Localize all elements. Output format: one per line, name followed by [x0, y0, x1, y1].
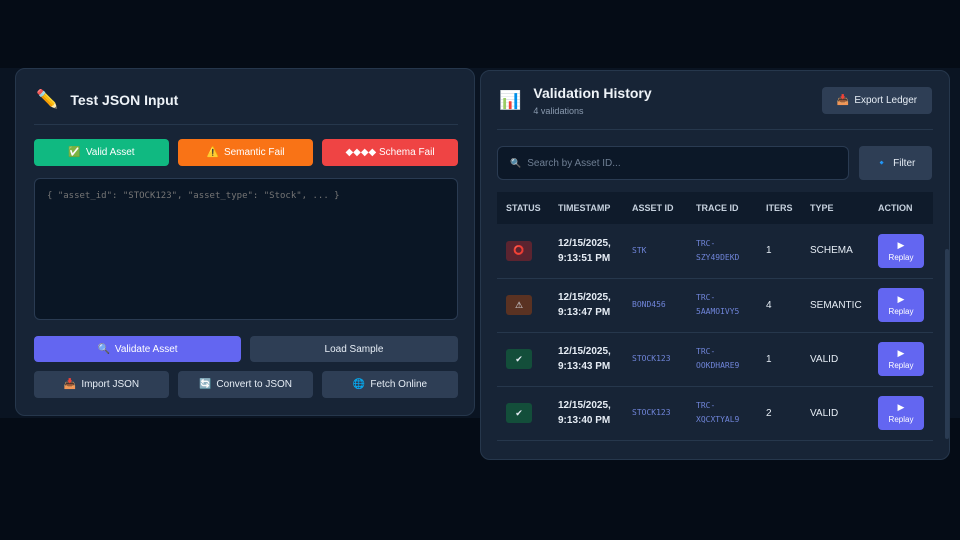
timestamp-date: 12/15/2025, — [558, 237, 611, 249]
schema-fail-preset-button[interactable]: ◆◆◆◆ Schema Fail — [322, 139, 458, 166]
status-icon: ⭕ — [513, 245, 525, 256]
input-panel-header: ✏️ Test JSON Input — [36, 89, 178, 110]
convert-icon: 🔄 — [198, 379, 212, 390]
download-icon: 📥 — [836, 95, 850, 106]
column-header-status: STATUS — [497, 192, 549, 224]
column-header-trace-id: TRACE ID — [687, 192, 757, 224]
validation-type: VALID — [810, 353, 839, 365]
column-header-timestamp: TIMESTAMP — [549, 192, 623, 224]
validation-type: VALID — [810, 407, 839, 419]
play-icon: ▶ — [897, 402, 905, 412]
export-ledger-button[interactable]: 📥 Export Ledger — [822, 87, 932, 114]
history-panel-header: 📊 Validation History 4 validations — [499, 85, 652, 116]
trace-id-value: 5AAMOIVY5 — [696, 307, 740, 316]
import-icon: 📥 — [63, 379, 77, 390]
replay-button[interactable]: ▶ Replay — [878, 342, 924, 376]
globe-icon: 🌐 — [352, 379, 366, 390]
play-icon: ▶ — [897, 239, 905, 250]
status-badge: ✔ — [506, 403, 532, 423]
table-row: ✔ 12/15/2025, 9:13:43 PM STOCK123 TRC- OOK… — [497, 332, 933, 387]
fetch-online-button[interactable]: 🌐 Fetch Online — [322, 371, 458, 398]
iteration-count: 2 — [766, 407, 772, 419]
replay-button[interactable]: ▶ Replay — [878, 288, 924, 322]
trace-id-value: XQCXTYAL9 — [696, 415, 740, 424]
load-sample-button[interactable]: Load Sample — [250, 336, 458, 362]
table-row: ⭕ 12/15/2025, 9:13:51 PM STK TRC- SZY49DEK… — [497, 224, 933, 279]
magnifier-icon: 🔍 — [97, 343, 110, 355]
test-json-input-panel: ✏️ Test JSON Input ✅ Valid Asset ⚠️ Sema… — [15, 68, 475, 416]
play-icon: ▶ — [897, 348, 905, 358]
trace-id-prefix: TRC- — [696, 347, 716, 356]
timestamp-time: 9:13:43 PM — [558, 361, 611, 372]
timestamp-time: 9:13:40 PM — [558, 415, 611, 426]
column-header-iters: ITERS — [757, 192, 801, 224]
check-icon: ✅ — [68, 147, 81, 158]
import-json-button[interactable]: 📥 Import JSON — [34, 371, 169, 398]
replay-button[interactable]: ▶ Replay — [878, 233, 924, 268]
filter-button[interactable]: 🔹 Filter — [859, 146, 932, 180]
status-badge: ✔ — [506, 349, 532, 369]
input-header-divider — [34, 124, 458, 125]
history-panel-title: Validation History — [533, 85, 652, 101]
validate-asset-button[interactable]: 🔍 Validate Asset — [34, 336, 241, 362]
trace-id-prefix: TRC- — [696, 238, 716, 248]
timestamp-date: 12/15/2025, — [558, 346, 611, 357]
validation-type: SEMANTIC — [810, 299, 862, 311]
status-badge: ⚠ — [506, 295, 532, 315]
convert-to-json-button[interactable]: 🔄 Convert to JSON — [178, 371, 313, 398]
table-scrollbar[interactable] — [945, 249, 949, 439]
chart-icon: 📊 — [499, 90, 522, 110]
asset-id: STOCK123 — [632, 354, 671, 363]
iteration-count: 4 — [766, 299, 772, 311]
asset-id: BOND456 — [632, 300, 666, 309]
trace-id-prefix: TRC- — [696, 293, 716, 302]
play-icon: ▶ — [897, 294, 905, 304]
semantic-fail-preset-button[interactable]: ⚠️ Semantic Fail — [178, 139, 313, 166]
history-header-divider — [497, 129, 933, 130]
table-row: ✔ 12/15/2025, 9:13:40 PM STOCK123 TRC- XQC… — [497, 386, 933, 441]
search-box: 🔍 — [497, 146, 849, 180]
asset-id: STOCK123 — [632, 408, 671, 417]
timestamp-time: 9:13:47 PM — [558, 307, 611, 318]
iteration-count: 1 — [766, 353, 772, 365]
column-header-asset-id: ASSET ID — [623, 192, 687, 224]
status-icon: ⚠ — [514, 299, 524, 310]
history-table-wrap: STATUS TIMESTAMP ASSET ID TRACE ID ITERS… — [497, 192, 933, 442]
trace-id-value: OOKDHARE9 — [696, 361, 740, 370]
table-header-row: STATUS TIMESTAMP ASSET ID TRACE ID ITERS… — [497, 192, 933, 224]
column-header-action: ACTION — [869, 192, 933, 224]
timestamp-time: 9:13:51 PM — [558, 252, 611, 264]
valid-asset-preset-button[interactable]: ✅ Valid Asset — [34, 139, 169, 166]
history-table: STATUS TIMESTAMP ASSET ID TRACE ID ITERS… — [497, 192, 933, 441]
input-panel-title: Test JSON Input — [70, 91, 179, 108]
status-icon: ✔ — [515, 353, 523, 364]
table-row: ⚠ 12/15/2025, 9:13:47 PM BOND456 TRC- 5AAM… — [497, 278, 933, 333]
asset-id: STK — [632, 245, 647, 255]
filter-icon: 🔹 — [875, 157, 889, 169]
status-icon: ✔ — [515, 407, 523, 418]
pencil-icon: ✏️ — [36, 89, 59, 109]
validation-count: 4 validations — [533, 106, 584, 116]
validation-history-panel: 📊 Validation History 4 validations 📥 Exp… — [480, 70, 950, 460]
json-input-textarea[interactable] — [34, 178, 458, 320]
timestamp-date: 12/15/2025, — [558, 400, 611, 411]
warning-icon: ⚠️ — [206, 147, 219, 158]
trace-id-value: SZY49DEKD — [696, 252, 740, 262]
column-header-type: TYPE — [801, 192, 869, 224]
trace-id-prefix: TRC- — [696, 401, 716, 410]
replay-button[interactable]: ▶ Replay — [878, 396, 924, 430]
iteration-count: 1 — [766, 245, 772, 257]
status-badge: ⭕ — [506, 240, 532, 261]
timestamp-date: 12/15/2025, — [558, 292, 611, 303]
search-icon: 🔍 — [510, 157, 522, 168]
search-input[interactable] — [527, 157, 828, 169]
validation-type: SCHEMA — [810, 245, 853, 257]
